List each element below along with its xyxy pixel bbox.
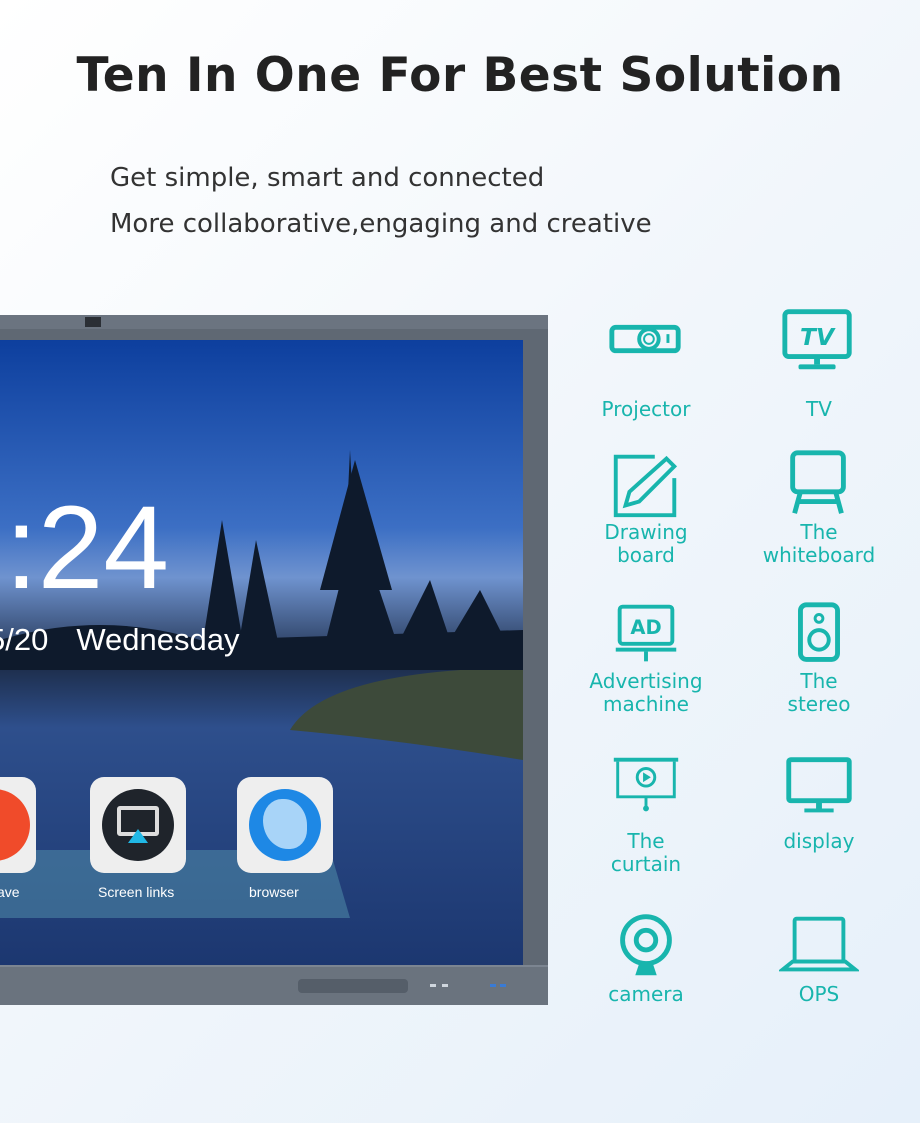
weekday-text: Wednesday bbox=[76, 622, 240, 657]
feature-label-line: whiteboard bbox=[762, 543, 876, 567]
feature-label-line: machine bbox=[603, 692, 689, 716]
svg-text:AD: AD bbox=[630, 616, 661, 639]
feature-label: Advertising machine bbox=[561, 670, 731, 716]
page-title: Ten In One For Best Solution bbox=[76, 48, 844, 103]
app-save[interactable] bbox=[0, 777, 36, 873]
feature-label: The curtain bbox=[561, 830, 731, 876]
webcam-icon bbox=[606, 910, 686, 980]
speaker-icon bbox=[779, 600, 859, 670]
office-icon bbox=[0, 789, 30, 861]
app-screen-links[interactable] bbox=[90, 777, 186, 873]
feature-label-line: board bbox=[617, 543, 675, 567]
app-save-label: save bbox=[0, 884, 20, 900]
usb-port bbox=[490, 984, 496, 987]
feature-label-line: TV bbox=[806, 397, 832, 421]
top-bezel bbox=[0, 315, 548, 329]
feature-label: camera bbox=[561, 983, 731, 1006]
feature-label-line: The bbox=[627, 829, 665, 853]
feature-label-line: camera bbox=[608, 982, 684, 1006]
app-browser[interactable] bbox=[237, 777, 333, 873]
feature-label-line: curtain bbox=[610, 852, 682, 876]
whiteboard-icon bbox=[779, 448, 859, 518]
subtitle-line-2: More collaborative,engaging and creative bbox=[110, 209, 652, 239]
subtitle-line-1: Get simple, smart and connected bbox=[110, 163, 545, 193]
feature-label-line: Projector bbox=[601, 397, 691, 421]
camera-module bbox=[85, 317, 101, 327]
ad-icon: AD bbox=[606, 600, 686, 670]
screen-mirror-icon bbox=[102, 789, 174, 861]
feature-label-line: The bbox=[800, 669, 838, 693]
feature-label: display bbox=[734, 830, 904, 853]
port bbox=[442, 984, 448, 987]
monitor-icon bbox=[779, 753, 859, 823]
app-screen-links-label: Screen links bbox=[98, 884, 175, 900]
feature-label-line: OPS bbox=[798, 982, 840, 1006]
tv-icon: TV bbox=[779, 305, 859, 375]
clock-time: :24 bbox=[5, 482, 170, 614]
feature-label-line: Advertising bbox=[589, 669, 703, 693]
date-text: 5/20 bbox=[0, 622, 49, 657]
clock-date: 5/20 Wednesday bbox=[0, 622, 240, 658]
feature-label: The stereo bbox=[734, 670, 904, 716]
laptop-icon bbox=[777, 910, 861, 980]
drawing-board-icon bbox=[606, 448, 686, 518]
feature-label: Projector bbox=[561, 398, 731, 421]
projection-screen-icon bbox=[606, 753, 686, 823]
feature-label: TV bbox=[734, 398, 904, 421]
panel-screen: :24 5/20 Wednesday save Screen links brow… bbox=[0, 340, 523, 965]
speaker-grille bbox=[298, 979, 408, 993]
feature-label-line: stereo bbox=[787, 692, 851, 716]
feature-label: The whiteboard bbox=[734, 521, 904, 567]
feature-label-line: Drawing bbox=[604, 520, 688, 544]
svg-text:TV: TV bbox=[800, 323, 836, 351]
globe-icon bbox=[249, 789, 321, 861]
feature-label-line: display bbox=[783, 829, 855, 853]
feature-label: OPS bbox=[734, 983, 904, 1006]
feature-label: Drawing board bbox=[561, 521, 731, 567]
port bbox=[430, 984, 436, 987]
bottom-bezel bbox=[0, 965, 548, 1005]
usb-port bbox=[500, 984, 506, 987]
projector-icon bbox=[606, 305, 686, 375]
feature-label-line: The bbox=[800, 520, 838, 544]
interactive-panel-image: :24 5/20 Wednesday save Screen links brow… bbox=[0, 315, 548, 1005]
app-browser-label: browser bbox=[249, 884, 299, 900]
